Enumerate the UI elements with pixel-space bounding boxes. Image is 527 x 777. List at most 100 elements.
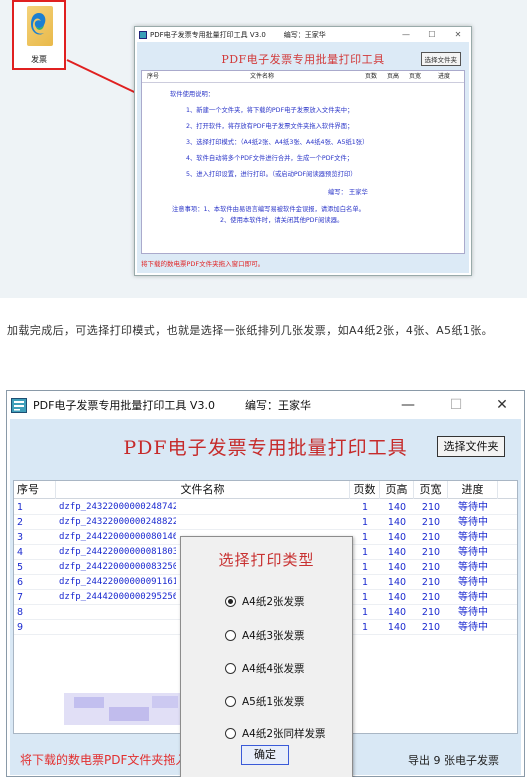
col-header-height[interactable]: 页高 [380,481,414,499]
cell-no: 9 [17,622,24,633]
col-header-no[interactable]: 序号 [14,481,56,499]
minimize-icon[interactable]: — [393,30,419,39]
cell-width: 210 [421,532,441,543]
maximize-icon[interactable]: ☐ [433,391,479,419]
option-label: A4纸2张同样发票 [242,727,326,740]
option-a4-4[interactable]: A4纸4张发票 [225,660,305,676]
mini-col-no: 序号 [146,73,159,80]
radio-icon[interactable] [225,595,236,607]
cell-status: 等待中 [458,607,488,618]
option-a4-3[interactable]: A4纸3张发票 [225,627,305,643]
window-title: PDF电子发票专用批量打印工具 V3.0 [33,399,215,412]
select-folder-button[interactable]: 选择文件夹 [437,436,505,457]
cell-height: 140 [387,607,407,618]
cell-file-name: dzfp_24322000000248822 [59,517,176,527]
radio-icon[interactable] [225,662,236,674]
instruction-author: 编写： 王家华 [328,189,368,196]
top-screenshot-figure: 发票 PDF电子发票专用批量打印工具 V3.0 编写：王家华 — ☐ ✕ PDF… [0,0,527,298]
cell-width: 210 [421,562,441,573]
cell-no: 2 [17,517,24,528]
export-count: 导出 9 张电子发票 [408,754,499,767]
mini-col-pages: 页数 [364,73,377,80]
cell-width: 210 [421,547,441,558]
cell-width: 210 [421,577,441,588]
cell-height: 140 [387,517,407,528]
cell-width: 210 [421,622,441,633]
mini-app-window: PDF电子发票专用批量打印工具 V3.0 编写：王家华 — ☐ ✕ PDF电子发… [134,26,472,276]
cell-no: 6 [17,577,24,588]
cell-status: 等待中 [458,592,488,603]
cell-status: 等待中 [458,622,488,633]
article-paragraph: 加载完成后，可选择打印模式，也就是选择一张纸排列几张发票，如A4纸2张，4张、A… [7,324,494,337]
option-a5-1[interactable]: A5纸1张发票 [225,693,305,709]
cell-height: 140 [387,592,407,603]
titlebar: PDF电子发票专用批量打印工具 V3.0 编写：王家华 — ☐ ✕ [7,391,524,419]
cell-file-name: dzfp_24422000000080146 [59,532,176,542]
radio-icon[interactable] [225,695,236,707]
cell-no: 7 [17,592,24,603]
col-header-width[interactable]: 页宽 [414,481,448,499]
cell-no: 8 [17,607,24,618]
window-author: 编写：王家华 [244,399,311,412]
app-window: PDF电子发票专用批量打印工具 V3.0 编写：王家华 — ☐ ✕ PDF电子发… [6,390,525,777]
mini-titlebar: PDF电子发票专用批量打印工具 V3.0 编写：王家华 — ☐ ✕ [135,27,471,42]
cell-height: 140 [387,577,407,588]
table-row[interactable]: 1 dzfp_24322000000248742 1 140 210 等待中 [14,500,517,515]
cell-file-name: dzfp_24322000000248742 [59,502,176,512]
col-header-name[interactable]: 文件名称 [56,481,350,499]
dialog-title: 选择打印类型 [218,551,315,569]
app-icon [11,397,27,413]
cell-pages: 1 [361,532,369,543]
mini-file-table: 序号 文件名称 页数 页高 页宽 进度 软件使用说明： 1、新建一个文件夹，将下… [141,70,465,254]
close-icon[interactable]: ✕ [479,391,525,419]
notice-line: 注意事项：1、本软件由易语言编写易被软件金误报，请添加白名单。 [172,206,365,213]
cell-width: 210 [421,592,441,603]
mini-table-header: 序号 文件名称 页数 页高 页宽 进度 [142,71,464,83]
option-a4-2-same[interactable]: A4纸2张同样发票 [225,725,326,741]
confirm-button[interactable]: 确定 [241,745,289,765]
cell-status: 等待中 [458,532,488,543]
cell-height: 140 [387,502,407,513]
cell-pages: 1 [361,592,369,603]
minimize-icon[interactable]: — [385,391,431,419]
cell-height: 140 [387,562,407,573]
instruction-line: 软件使用说明： [170,91,215,98]
cell-width: 210 [421,517,441,528]
client-area: PDF电子发票专用批量打印工具 选择文件夹 序号 文件名称 页数 页高 页宽 进… [10,419,521,777]
col-header-pages[interactable]: 页数 [350,481,380,499]
option-label: A4纸3张发票 [242,629,305,642]
mini-col-progress: 进度 [437,73,450,80]
cell-pages: 1 [361,607,369,618]
radio-icon[interactable] [225,629,236,641]
close-icon[interactable]: ✕ [445,30,471,39]
cell-width: 210 [421,607,441,618]
cell-pages: 1 [361,517,369,528]
maximize-icon[interactable]: ☐ [419,30,445,39]
cell-no: 3 [17,532,24,543]
cell-pages: 1 [361,502,369,513]
mini-heading: PDF电子发票专用批量打印工具 [221,53,385,66]
col-header-progress[interactable]: 进度 [448,481,498,499]
cell-file-name: dzfp_24442000000295256 [59,592,176,602]
cell-no: 5 [17,562,24,573]
option-label: A5纸1张发票 [242,695,305,708]
table-row[interactable]: 2 dzfp_24322000000248822 1 140 210 等待中 [14,515,517,530]
cell-pages: 1 [361,562,369,573]
cell-pages: 1 [361,547,369,558]
cell-file-name: dzfp_24422000000081803 [59,547,176,557]
option-label: A4纸4张发票 [242,662,305,675]
instruction-line: 2、打开软件，将存放有PDF电子发票文件夹拖入软件界面； [186,123,354,130]
instruction-line: 5、进入打印设置，进行打印。（或启动PDF阅读器预览打印） [186,171,357,178]
cell-height: 140 [387,622,407,633]
app-icon [139,30,147,39]
mini-select-folder-button[interactable]: 选择文件夹 [420,52,461,66]
mini-window-title: PDF电子发票专用批量打印工具 V3.0 [150,30,266,39]
cell-status: 等待中 [458,562,488,573]
mini-col-width: 页宽 [408,73,421,80]
radio-icon[interactable] [225,727,236,739]
cell-width: 210 [421,502,441,513]
notice-line: 2、使用本软件时，请关闭其他PDF阅读器。 [220,217,344,224]
option-a4-2[interactable]: A4纸2张发票 [225,593,305,609]
mini-status-text: 将下载的数电票PDF文件夹拖入窗口即可。 [141,260,265,268]
cell-no: 4 [17,547,24,558]
